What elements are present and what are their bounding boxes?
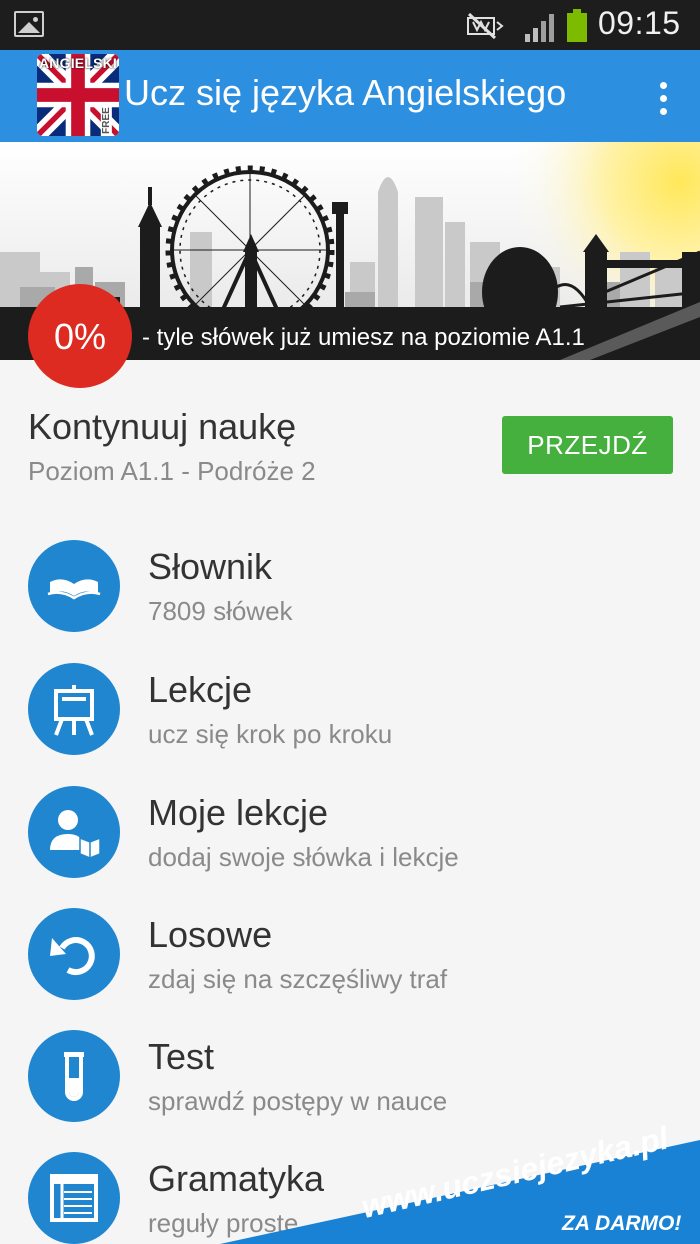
overflow-menu-icon[interactable]: [648, 82, 678, 122]
menu-item-title: Lekcje: [148, 669, 253, 710]
status-bar: 09:15: [0, 0, 700, 50]
menu-item-title: Moje lekcje: [148, 792, 329, 833]
menu-item-subtitle: dodaj swoje słówka i lekcje: [148, 842, 459, 872]
menu-item-subtitle: sprawdź postępy w nauce: [148, 1086, 448, 1116]
menu-item-subtitle: reguły proste: [148, 1208, 299, 1238]
clock: 09:15: [598, 5, 681, 41]
menu-item-subtitle: ucz się krok po kroku: [148, 719, 393, 749]
menu-item-title: Losowe: [148, 914, 273, 955]
menu-item-subtitle: zdaj się na szczęśliwy traf: [148, 964, 448, 994]
menu-item-test[interactable]: Test sprawdź postępy w nauce: [0, 1030, 700, 1152]
menu-item-random[interactable]: Losowe zdaj się na szczęśliwy traf: [0, 908, 700, 1030]
user-book-icon: [28, 786, 120, 878]
battery-icon: [567, 9, 587, 42]
app-logo-icon[interactable]: ANGIELSKI FREE: [37, 54, 119, 136]
refresh-icon: [28, 908, 120, 1000]
app-title: Ucz się języka Angielskiego: [124, 72, 567, 113]
action-bar: ANGIELSKI FREE Ucz się języka Angielskie…: [0, 50, 700, 142]
menu-item-dictionary[interactable]: Słownik 7809 słówek: [0, 540, 700, 662]
signal-icon: [525, 14, 554, 42]
progress-value: 0%: [53, 316, 107, 357]
app-logo-badge: FREE: [101, 104, 113, 136]
menu-item-title: Gramatyka: [148, 1158, 325, 1199]
progress-description: - tyle słówek już umiesz na poziomie A1.…: [142, 324, 585, 351]
image-notification-icon: [14, 11, 44, 37]
menu-item-subtitle: 7809 słówek: [148, 596, 293, 626]
easel-icon: [28, 663, 120, 755]
continue-title: Kontynuuj naukę: [28, 406, 297, 447]
menu-item-grammar[interactable]: Gramatyka reguły proste: [0, 1152, 700, 1244]
book-icon: [28, 540, 120, 632]
menu-item-title: Test: [148, 1036, 215, 1077]
menu-item-lessons[interactable]: Lekcje ucz się krok po kroku: [0, 663, 700, 785]
mute-icon: [467, 12, 504, 40]
go-button[interactable]: PRZEJDŹ: [502, 416, 673, 474]
progress-badge: 0%: [28, 284, 132, 388]
app-logo-label: ANGIELSKI: [38, 55, 118, 71]
menu-item-title: Słownik: [148, 546, 273, 587]
test-tube-icon: [28, 1030, 120, 1122]
grammar-table-icon: [28, 1152, 120, 1244]
continue-subtitle: Poziom A1.1 - Podróże 2: [28, 456, 316, 486]
menu-item-my-lessons[interactable]: Moje lekcje dodaj swoje słówka i lekcje: [0, 786, 700, 908]
